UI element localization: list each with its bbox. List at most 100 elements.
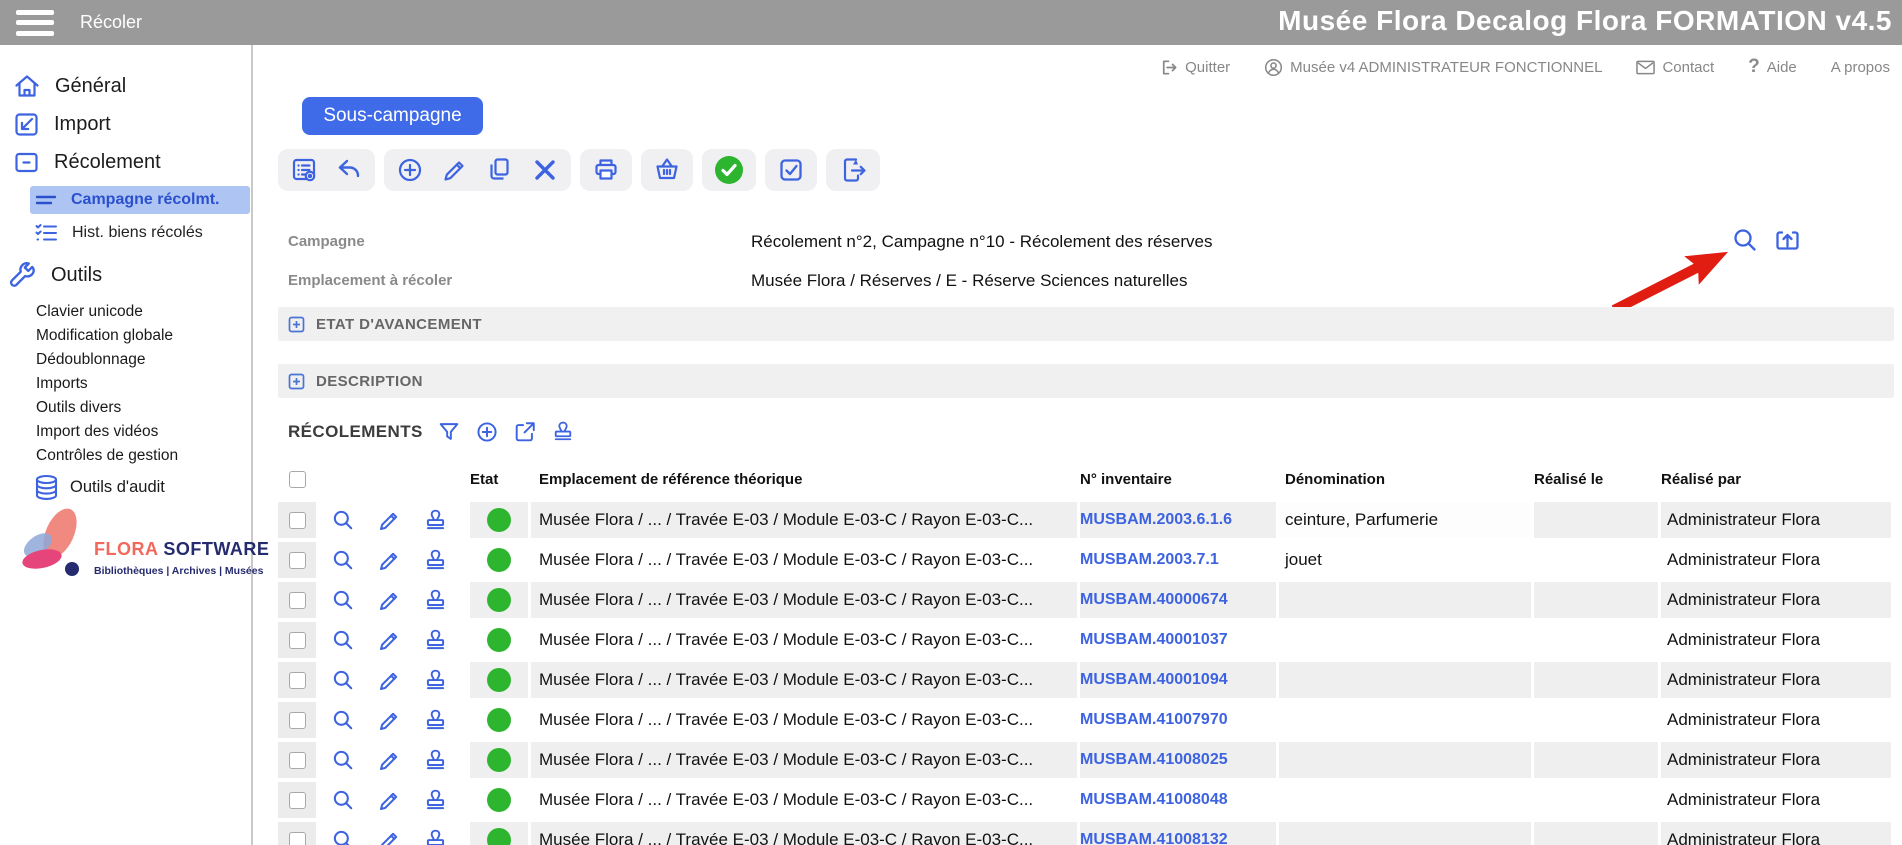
row-checkbox[interactable] [289, 712, 306, 729]
status-green-dot [487, 628, 511, 652]
row-inventaire-link[interactable]: MUSBAM.40001037 [1080, 622, 1276, 658]
row-inventaire-link[interactable]: MUSBAM.41008025 [1080, 742, 1276, 778]
row-inventaire-link[interactable]: MUSBAM.40000674 [1080, 582, 1276, 618]
sidebar-tool-item[interactable]: Imports [0, 372, 251, 396]
sidebar-tool-item[interactable]: Modification globale [0, 324, 251, 348]
sidebar-tool-item[interactable]: Contrôles de gestion [0, 444, 251, 468]
row-inventaire-link[interactable]: MUSBAM.41008048 [1080, 782, 1276, 818]
home-icon [13, 72, 41, 100]
row-checkbox[interactable] [289, 672, 306, 689]
checkbox-icon[interactable] [777, 156, 805, 184]
row-checkbox[interactable] [289, 792, 306, 809]
stamp-icon[interactable] [423, 628, 448, 653]
aide-link[interactable]: ? Aide [1748, 56, 1797, 78]
emplacement-label: Emplacement à récoler [288, 272, 751, 289]
sidebar-item-outils[interactable]: Outils [0, 254, 251, 296]
search-icon[interactable] [1731, 226, 1760, 255]
edit-icon[interactable] [377, 828, 402, 845]
recolements-table: Etat Emplacement de référence théorique … [278, 462, 1894, 845]
sidebar-item-import[interactable]: Import [0, 105, 251, 143]
select-all-checkbox[interactable] [289, 471, 306, 488]
sidebar-item-recolement[interactable]: Récolement [0, 143, 251, 181]
campaign-field-actions [1731, 226, 1802, 255]
row-denomination [1279, 582, 1531, 618]
section-description[interactable]: DESCRIPTION [278, 364, 1894, 398]
search-icon[interactable] [331, 628, 356, 653]
row-checkbox[interactable] [289, 752, 306, 769]
row-inventaire-link[interactable]: MUSBAM.2003.7.1 [1080, 542, 1276, 578]
quitter-link[interactable]: Quitter [1159, 58, 1230, 77]
row-emplacement: Musée Flora / ... / Travée E-03 / Module… [531, 502, 1077, 538]
stamp-icon[interactable] [423, 788, 448, 813]
edit-icon[interactable] [377, 588, 402, 613]
row-checkbox[interactable] [289, 592, 306, 609]
edit-icon[interactable] [377, 748, 402, 773]
edit-icon[interactable] [377, 548, 402, 573]
delete-icon[interactable] [531, 156, 559, 184]
row-emplacement: Musée Flora / ... / Travée E-03 / Module… [531, 702, 1077, 738]
apropos-link[interactable]: A propos [1831, 59, 1890, 76]
validate-icon[interactable] [714, 155, 744, 185]
row-checkbox[interactable] [289, 632, 306, 649]
edit-icon[interactable] [377, 708, 402, 733]
tab-sous-campagne[interactable]: Sous-campagne [302, 97, 483, 135]
search-icon[interactable] [331, 668, 356, 693]
table-row: Musée Flora / ... / Travée E-03 / Module… [278, 542, 1894, 578]
top-bar: Récoler Musée Flora Decalog Flora FORMAT… [0, 0, 1902, 45]
sidebar-item-general[interactable]: Général [0, 67, 251, 105]
search-icon[interactable] [331, 588, 356, 613]
stamp-icon[interactable] [423, 748, 448, 773]
undo-icon[interactable] [335, 156, 363, 184]
sidebar-tool-item[interactable]: Outils divers [0, 396, 251, 420]
row-realise-le [1534, 702, 1658, 738]
stamp-icon[interactable] [423, 588, 448, 613]
stamp-icon[interactable] [423, 828, 448, 845]
stamp-icon[interactable] [423, 708, 448, 733]
stamp-icon[interactable] [423, 668, 448, 693]
stamp-icon[interactable] [423, 548, 448, 573]
row-inventaire-link[interactable]: MUSBAM.2003.6.1.6 [1080, 502, 1276, 538]
user-menu[interactable]: Musée v4 ADMINISTRATEUR FONCTIONNEL [1264, 58, 1602, 77]
edit-icon[interactable] [377, 788, 402, 813]
stamp-icon[interactable] [551, 420, 575, 444]
search-icon[interactable] [331, 708, 356, 733]
row-inventaire-link[interactable]: MUSBAM.41007970 [1080, 702, 1276, 738]
sidebar-item-outils-audit[interactable]: Outils d'audit [0, 470, 251, 504]
sidebar-item-hist-biens-recoles[interactable]: Hist. biens récolés [0, 218, 251, 248]
add-icon[interactable] [475, 420, 499, 444]
section-etat-avancement[interactable]: ETAT D'AVANCEMENT [278, 307, 1894, 341]
basket-icon[interactable] [653, 156, 681, 184]
external-link-icon[interactable] [513, 420, 537, 444]
row-inventaire-link[interactable]: MUSBAM.41008132 [1080, 822, 1276, 845]
table-row: Musée Flora / ... / Travée E-03 / Module… [278, 702, 1894, 738]
search-icon[interactable] [331, 508, 356, 533]
sidebar-item-campagne-recolement[interactable]: Campagne récolmt. [30, 186, 250, 214]
edit-icon[interactable] [377, 668, 402, 693]
list-display-icon[interactable] [290, 156, 318, 184]
search-icon[interactable] [331, 548, 356, 573]
row-inventaire-link[interactable]: MUSBAM.40001094 [1080, 662, 1276, 698]
contact-link[interactable]: Contact [1636, 59, 1714, 76]
filter-icon[interactable] [437, 420, 461, 444]
hamburger-menu-icon[interactable] [16, 10, 54, 36]
row-checkbox[interactable] [289, 832, 306, 845]
edit-icon[interactable] [441, 156, 469, 184]
open-window-icon[interactable] [1773, 226, 1802, 255]
copy-icon[interactable] [486, 156, 514, 184]
print-icon[interactable] [592, 156, 620, 184]
row-checkbox[interactable] [289, 552, 306, 569]
checklist-icon [34, 222, 59, 244]
sidebar-tool-item[interactable]: Import des vidéos [0, 420, 251, 444]
search-icon[interactable] [331, 788, 356, 813]
col-emplacement: Emplacement de référence théorique [531, 471, 1077, 488]
sidebar-tool-item[interactable]: Dédoublonnage [0, 348, 251, 372]
sidebar-tool-item[interactable]: Clavier unicode [0, 300, 251, 324]
row-checkbox[interactable] [289, 512, 306, 529]
edit-icon[interactable] [377, 628, 402, 653]
search-icon[interactable] [331, 748, 356, 773]
add-icon[interactable] [396, 156, 424, 184]
export-icon[interactable] [838, 156, 868, 184]
search-icon[interactable] [331, 828, 356, 845]
edit-icon[interactable] [377, 508, 402, 533]
stamp-icon[interactable] [423, 508, 448, 533]
